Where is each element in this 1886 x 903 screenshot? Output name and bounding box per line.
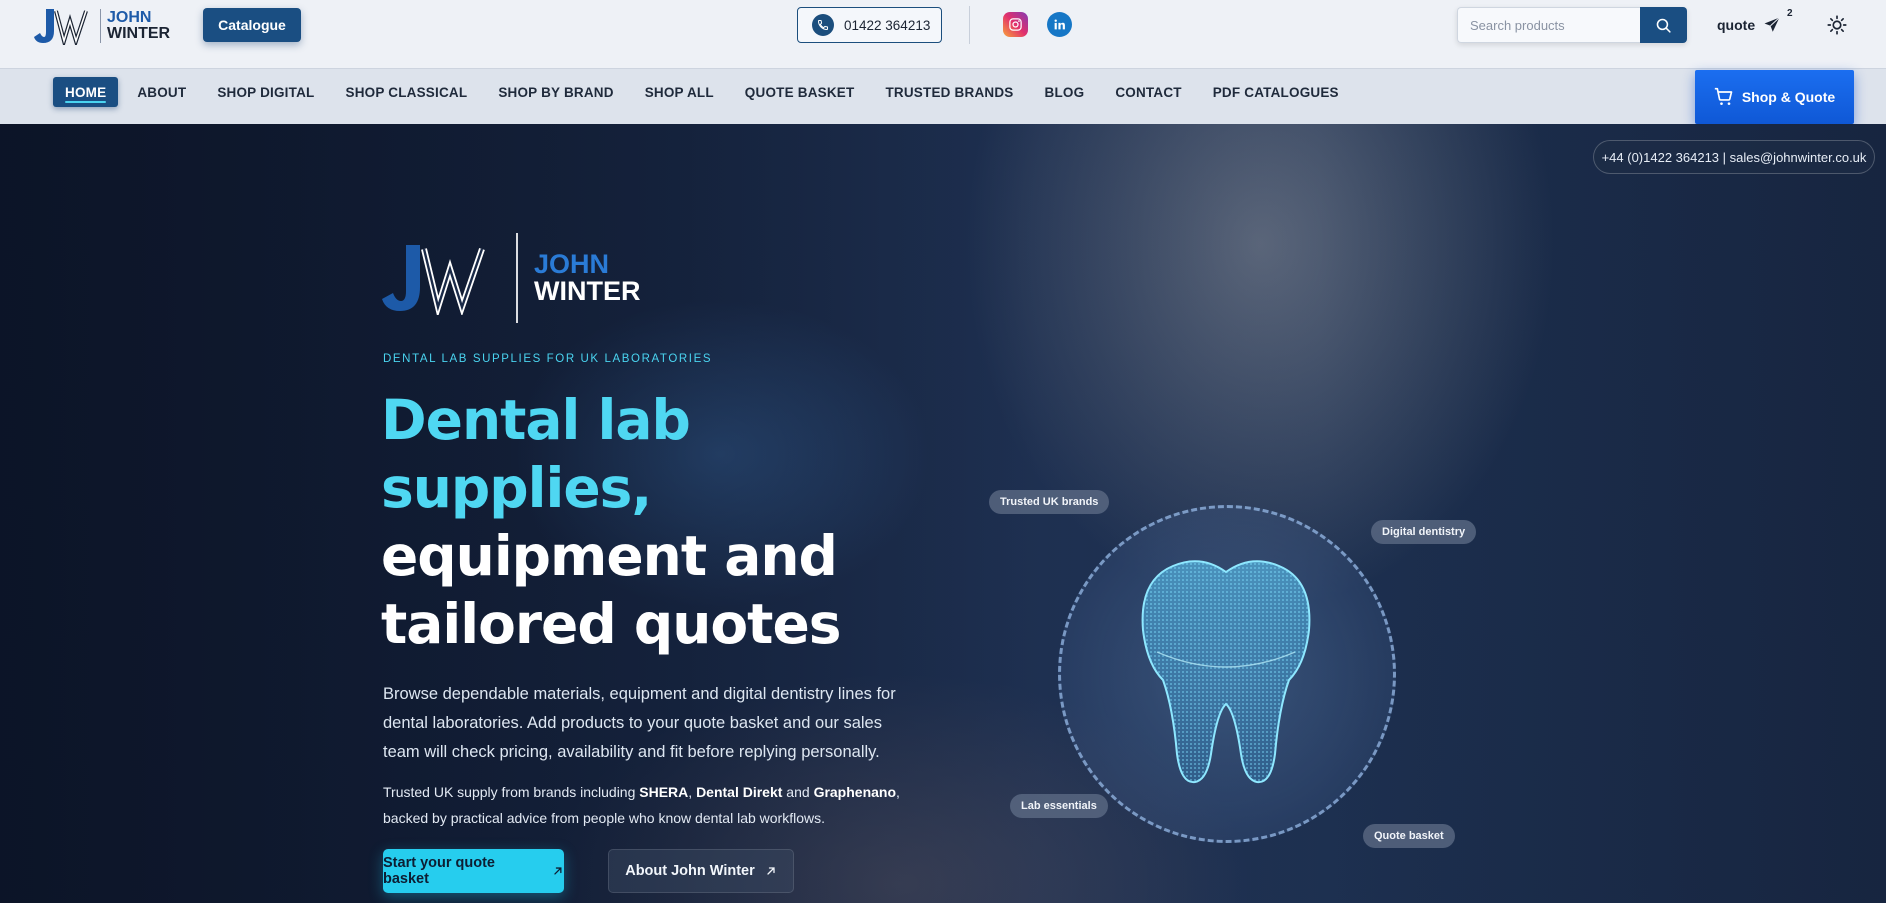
brand-logo[interactable]: JOHN WINTER [34, 7, 170, 45]
sun-icon [1827, 15, 1847, 35]
send-icon [1764, 17, 1780, 32]
hero-lead-text: Browse dependable materials, equipment a… [383, 685, 896, 761]
nav-menu: HOME ABOUT SHOP DIGITAL SHOP CLASSICAL S… [53, 77, 1370, 107]
main-navigation: HOME ABOUT SHOP DIGITAL SHOP CLASSICAL S… [0, 68, 1886, 124]
brand-shera: SHERA [639, 784, 689, 800]
hero-brand-line-2: WINTER [534, 276, 641, 306]
arrow-up-right-icon [554, 867, 562, 875]
header-separator [969, 6, 970, 44]
about-john-winter-label: About John Winter [625, 863, 755, 879]
quote-label: quote [1717, 17, 1756, 33]
headline-accent-line-1: Dental lab [381, 388, 691, 452]
hero-headline: Dental lab supplies, equipment and tailo… [381, 386, 941, 658]
arrow-up-right-icon [767, 867, 775, 875]
headline-white-line-2: tailored quotes [381, 592, 841, 656]
catalogue-button[interactable]: Catalogue [203, 8, 301, 42]
nav-item-shop-classical[interactable]: SHOP CLASSICAL [345, 77, 467, 107]
quote-link[interactable]: quote [1717, 16, 1781, 34]
tooth-icon [1141, 560, 1311, 784]
hero-brand-line-1: JOHN [534, 249, 610, 279]
nav-item-blog[interactable]: BLOG [1045, 77, 1085, 107]
headline-accent-line-2: supplies, [381, 456, 652, 520]
nav-item-shop-all[interactable]: SHOP ALL [645, 77, 714, 107]
search-bar [1457, 7, 1687, 43]
quote-count-badge: 2 [1787, 8, 1793, 19]
nav-item-pdf-catalogues[interactable]: PDF CATALOGUES [1213, 77, 1339, 107]
about-john-winter-button[interactable]: About John Winter [608, 849, 794, 893]
nav-item-home[interactable]: HOME [53, 77, 119, 107]
brand-wordmark: JOHN WINTER [107, 10, 170, 42]
nav-item-about[interactable]: ABOUT [137, 77, 186, 107]
chip-lab-essentials: Lab essentials [1010, 794, 1108, 818]
top-bar: JOHN WINTER Catalogue 01422 364213 quote… [0, 0, 1886, 68]
hero-eyebrow: DENTAL LAB SUPPLIES FOR UK LABORATORIES [383, 353, 713, 365]
trust-text-sep-1: , [688, 784, 697, 800]
brand-line-1: JOHN [107, 9, 152, 26]
hero-jw-logo-mark [382, 245, 485, 315]
hero-logo-divider [516, 233, 518, 323]
trust-text-pre: Trusted UK supply from brands including [383, 784, 640, 800]
brand-dental-direkt: Dental Direkt [696, 784, 783, 800]
search-button[interactable] [1640, 7, 1687, 43]
contact-info-pill[interactable]: +44 (0)1422 364213 | sales@johnwinter.co… [1593, 140, 1875, 174]
start-quote-basket-button[interactable]: Start your quote basket [383, 849, 564, 893]
cart-icon [1714, 87, 1733, 105]
hero-background-overlay [0, 124, 1886, 903]
search-icon [1656, 18, 1671, 33]
phone-number: 01422 364213 [844, 17, 931, 33]
nav-item-shop-digital[interactable]: SHOP DIGITAL [217, 77, 314, 107]
hero-section: +44 (0)1422 364213 | sales@johnwinter.co… [0, 124, 1886, 903]
hero-logo: JOHN WINTER [382, 232, 640, 324]
nav-item-shop-by-brand[interactable]: SHOP BY BRAND [498, 77, 613, 107]
hero-brand-wordmark: JOHN WINTER [534, 251, 640, 305]
chip-trusted-uk-brands: Trusted UK brands [989, 490, 1110, 514]
start-quote-basket-label: Start your quote basket [383, 855, 495, 887]
instagram-icon[interactable] [1003, 12, 1028, 37]
phone-button[interactable]: 01422 364213 [797, 7, 942, 43]
brand-line-2: WINTER [107, 25, 171, 42]
brand-graphenano: Graphenano [813, 784, 897, 800]
nav-item-contact[interactable]: CONTACT [1115, 77, 1181, 107]
headline-white-line-1: equipment and [381, 524, 838, 588]
trust-text-sep-2: and [782, 784, 814, 800]
nav-item-quote-basket[interactable]: QUOTE BASKET [745, 77, 855, 107]
shop-and-quote-button[interactable]: Shop & Quote [1695, 70, 1854, 124]
nav-item-trusted-brands[interactable]: TRUSTED BRANDS [885, 77, 1013, 107]
hero-trust-text: Trusted UK supply from brands including … [383, 779, 923, 831]
theme-toggle[interactable] [1826, 14, 1848, 36]
jw-logo-mark [34, 9, 88, 45]
search-input[interactable] [1457, 7, 1640, 43]
linkedin-icon[interactable] [1047, 12, 1072, 37]
logo-divider [100, 9, 101, 43]
chip-quote-basket: Quote basket [1363, 824, 1455, 848]
phone-icon [812, 14, 834, 36]
shop-and-quote-label: Shop & Quote [1741, 89, 1836, 105]
chip-digital-dentistry: Digital dentistry [1371, 520, 1477, 544]
